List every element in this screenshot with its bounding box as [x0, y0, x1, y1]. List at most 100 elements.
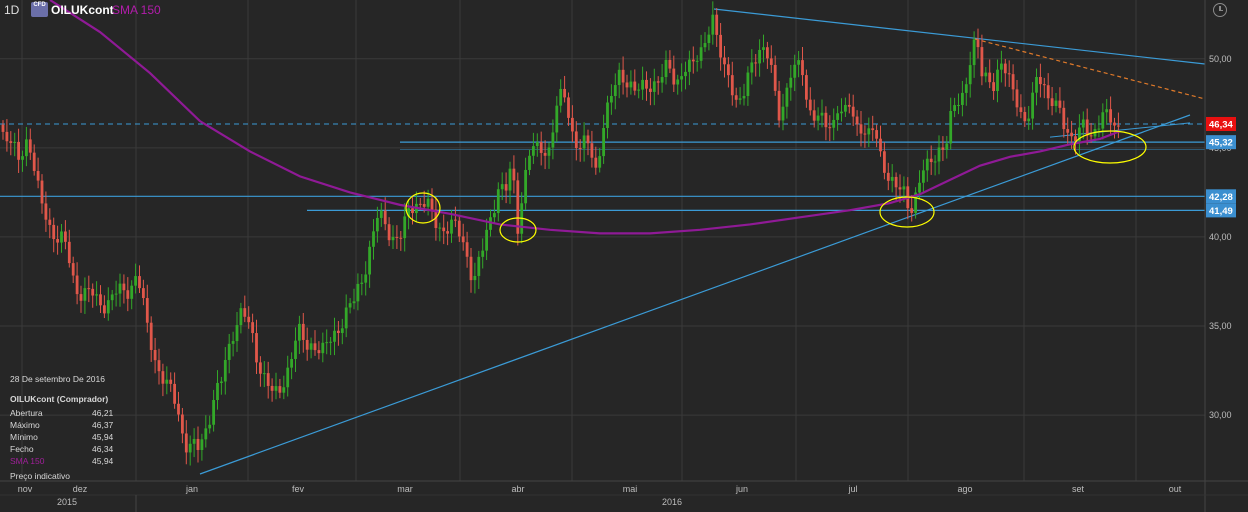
candlestick-chart[interactable]: 30,0035,0040,0045,0050,0046,3445,3242,28…	[0, 0, 1248, 512]
info-date: 28 De setembro De 2016	[10, 374, 105, 384]
candle-body-68	[266, 373, 270, 386]
sma-indicator-label[interactable]: SMA 150	[112, 3, 161, 17]
candle-body-212	[828, 127, 832, 129]
candle-body-179	[699, 47, 703, 61]
candle-body-56	[220, 381, 223, 383]
candle-body-6	[25, 139, 28, 157]
candle-body-224	[875, 130, 878, 139]
candle-body-30	[118, 283, 122, 294]
candle-body-58	[227, 343, 231, 360]
candle-body-281	[1097, 128, 1101, 130]
candle-body-126	[493, 213, 496, 218]
candle-body-264	[1031, 92, 1034, 119]
candle-body-253	[988, 72, 992, 83]
candle-body-236	[922, 170, 925, 183]
y-tick-label-1: 35,00	[1209, 321, 1232, 331]
candle-body-49	[192, 438, 196, 444]
clock-icon[interactable]	[1213, 3, 1227, 17]
candle-body-53	[208, 424, 212, 429]
symbol-name: OILUKcont	[51, 3, 114, 17]
info-value-sma: 45,94	[92, 456, 114, 466]
candle-body-107	[418, 203, 422, 205]
candle-body-249	[972, 39, 976, 66]
candle-body-176	[688, 59, 691, 72]
candle-body-213	[832, 119, 836, 128]
candle-body-116	[454, 219, 457, 221]
x-tick-label-jul: jul	[847, 484, 857, 494]
candle-body-190	[742, 96, 746, 99]
candle-body-50	[196, 438, 200, 451]
candle-body-152	[594, 157, 598, 168]
candle-body-261	[1019, 107, 1023, 112]
candle-body-34	[134, 276, 137, 286]
candle-body-17	[67, 241, 71, 264]
candle-body-12	[48, 219, 52, 225]
candle-body-94	[368, 246, 371, 275]
candle-body-266	[1039, 76, 1042, 85]
candle-body-47	[184, 433, 188, 453]
candle-body-88	[344, 307, 348, 329]
candle-body-182	[711, 14, 715, 35]
info-value-low: 45,94	[92, 432, 114, 442]
candle-body-122	[477, 256, 481, 276]
candle-body-98	[383, 210, 387, 225]
candle-body-228	[890, 176, 894, 181]
candle-body-113	[442, 227, 446, 232]
candle-body-186	[727, 64, 730, 76]
candle-body-29	[114, 293, 118, 295]
candle-body-123	[481, 250, 485, 257]
x-tick-label-ago: ago	[957, 484, 972, 494]
info-value-close: 46,34	[92, 444, 114, 454]
candle-body-8	[32, 152, 36, 171]
candle-body-110	[430, 198, 434, 210]
candle-body-235	[918, 182, 921, 193]
candle-body-69	[270, 385, 274, 391]
candle-body-191	[746, 72, 750, 97]
candle-body-59	[231, 341, 235, 344]
year-label-0: 2015	[57, 497, 77, 507]
candle-body-97	[379, 210, 383, 218]
candle-body-15	[60, 231, 63, 243]
candle-body-18	[71, 263, 75, 276]
candle-body-215	[840, 111, 843, 114]
candle-body-41	[161, 371, 165, 384]
candle-body-217	[847, 104, 851, 107]
timeframe-label[interactable]: 1D	[4, 3, 19, 17]
info-instrument: OILUKcont (Comprador)	[10, 394, 109, 404]
candle-body-96	[376, 217, 379, 232]
candle-body-74	[290, 358, 293, 368]
candle-body-242	[945, 143, 949, 150]
candle-body-76	[298, 323, 301, 341]
candle-body-86	[337, 330, 340, 333]
candle-body-26	[103, 305, 106, 314]
candle-body-101	[395, 236, 399, 238]
candle-body-178	[695, 60, 699, 62]
price-marker-label-3: 41,49	[1209, 206, 1233, 217]
candle-body-200	[781, 106, 785, 121]
candle-body-243	[949, 111, 953, 144]
candle-body-146	[571, 117, 574, 132]
candle-body-95	[372, 231, 375, 247]
candle-body-174	[680, 76, 683, 80]
candle-body-52	[204, 428, 208, 440]
x-tick-label-dez: dez	[73, 484, 88, 494]
candle-body-156	[610, 96, 613, 103]
candle-body-173	[676, 79, 680, 85]
x-tick-label-nov: nov	[18, 484, 33, 494]
candle-body-83	[325, 342, 329, 344]
candle-body-105	[411, 208, 414, 214]
candle-body-229	[894, 176, 898, 188]
candle-body-61	[239, 308, 243, 326]
candle-body-100	[391, 236, 395, 241]
candle-body-250	[976, 39, 980, 48]
candle-body-150	[586, 135, 590, 144]
candle-body-225	[879, 138, 882, 152]
candle-body-244	[953, 105, 956, 112]
candle-body-38	[149, 322, 153, 350]
candle-body-10	[40, 180, 44, 204]
candle-body-7	[28, 139, 32, 153]
candle-body-115	[450, 219, 453, 234]
candle-body-3	[13, 141, 17, 143]
price-marker-label-2: 42,28	[1209, 192, 1233, 203]
candle-body-223	[871, 128, 875, 131]
